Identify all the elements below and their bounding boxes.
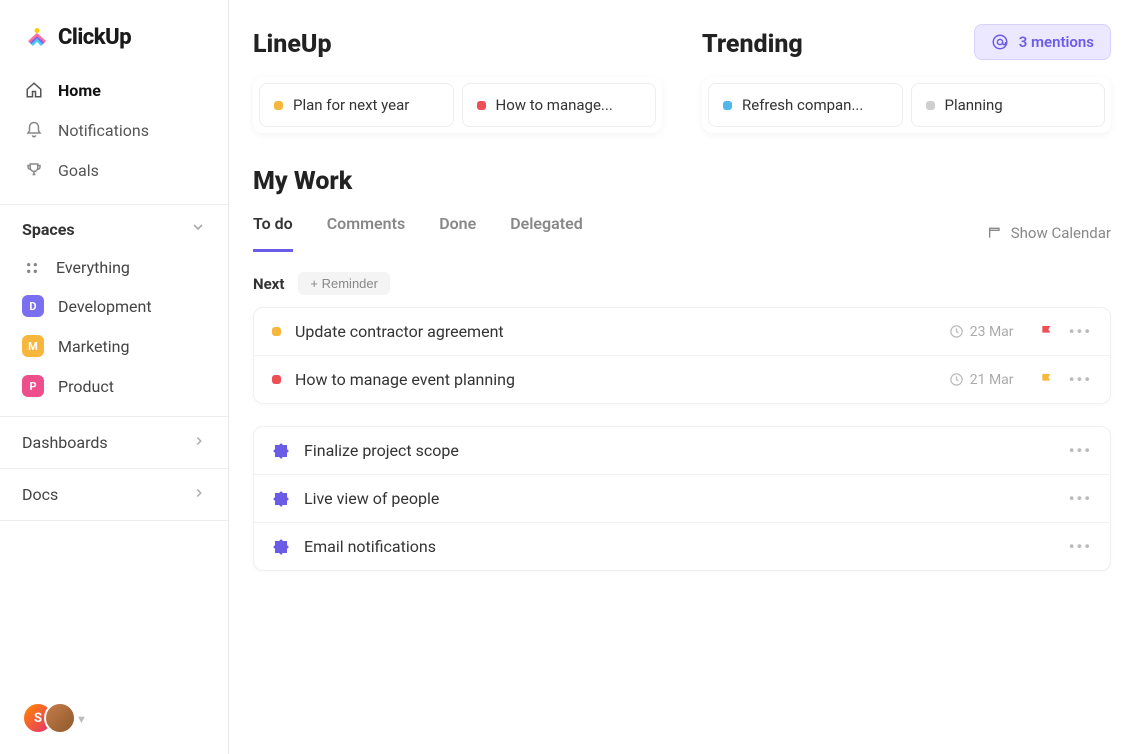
card-label: Plan for next year [293, 96, 409, 114]
tab-delegated[interactable]: Delegated [510, 214, 582, 252]
trending-card[interactable]: Planning [911, 83, 1106, 127]
clickup-logo-icon [24, 24, 50, 50]
lineup-card[interactable]: How to manage... [462, 83, 657, 127]
space-marketing[interactable]: M Marketing [0, 326, 228, 366]
clock-icon [949, 372, 964, 387]
trending-card[interactable]: Refresh compan... [708, 83, 903, 127]
status-dot [272, 327, 281, 336]
dashboards-section[interactable]: Dashboards [0, 416, 228, 468]
trophy-icon [24, 160, 44, 180]
status-dot [274, 101, 283, 110]
mentions-text: 3 mentions [1019, 33, 1094, 51]
docs-section[interactable]: Docs [0, 468, 228, 521]
puzzle-icon [272, 538, 290, 556]
chevron-down-icon [190, 219, 206, 239]
status-dot [926, 101, 935, 110]
task-title: Finalize project scope [304, 441, 1055, 460]
task-title: Live view of people [304, 489, 1055, 508]
flag-icon[interactable] [1039, 324, 1055, 340]
card-label: How to manage... [496, 96, 613, 114]
grid-icon [22, 260, 42, 276]
dashboards-label: Dashboards [22, 433, 108, 452]
space-badge: M [22, 335, 44, 357]
space-product[interactable]: P Product [0, 366, 228, 406]
status-dot [723, 101, 732, 110]
caret-down-icon: ▼ [76, 713, 87, 726]
spaces-label: Spaces [22, 220, 75, 239]
next-label: Next [253, 275, 284, 293]
tab-done[interactable]: Done [439, 214, 476, 252]
mywork-title: My Work [253, 167, 1111, 196]
more-icon[interactable]: ••• [1069, 537, 1092, 556]
more-icon[interactable]: ••• [1069, 370, 1092, 389]
nav-home[interactable]: Home [12, 70, 216, 110]
home-icon [24, 80, 44, 100]
space-badge: P [22, 375, 44, 397]
space-development[interactable]: D Development [0, 286, 228, 326]
bell-icon [24, 120, 44, 140]
task-row[interactable]: Live view of people ••• [254, 475, 1110, 523]
space-label: Everything [56, 258, 130, 277]
task-date: 21 Mar [949, 372, 1025, 388]
lineup-title: LineUp [253, 30, 662, 59]
mentions-badge[interactable]: 3 mentions [974, 24, 1111, 60]
task-title: How to manage event planning [295, 370, 935, 389]
space-label: Marketing [58, 337, 129, 356]
tab-comments[interactable]: Comments [327, 214, 405, 252]
nav-notifications[interactable]: Notifications [12, 110, 216, 150]
status-dot [477, 101, 486, 110]
brand-logo[interactable]: ClickUp [0, 0, 228, 70]
nav-label: Goals [58, 161, 99, 180]
calendar-icon [987, 225, 1003, 241]
chevron-right-icon [192, 485, 206, 504]
show-calendar-button[interactable]: Show Calendar [987, 224, 1111, 242]
nav-label: Notifications [58, 121, 149, 140]
at-icon [991, 33, 1009, 51]
status-dot [272, 375, 281, 384]
brand-name: ClickUp [58, 25, 131, 50]
puzzle-icon [272, 442, 290, 460]
card-label: Planning [945, 96, 1003, 114]
task-row[interactable]: Update contractor agreement 23 Mar ••• [254, 308, 1110, 356]
space-badge: D [22, 295, 44, 317]
clock-icon [949, 324, 964, 339]
lineup-container: Plan for next year How to manage... [253, 77, 662, 133]
task-title: Email notifications [304, 537, 1055, 556]
more-icon[interactable]: ••• [1069, 441, 1092, 460]
task-row[interactable]: Finalize project scope ••• [254, 427, 1110, 475]
trending-container: Refresh compan... Planning [702, 77, 1111, 133]
task-row[interactable]: How to manage event planning 21 Mar ••• [254, 356, 1110, 403]
task-row[interactable]: Email notifications ••• [254, 523, 1110, 570]
add-reminder-button[interactable]: + Reminder [298, 272, 390, 295]
more-icon[interactable]: ••• [1069, 489, 1092, 508]
user-avatar-menu[interactable]: S ▼ [22, 702, 87, 736]
task-date: 23 Mar [949, 324, 1025, 340]
nav-goals[interactable]: Goals [12, 150, 216, 190]
show-calendar-label: Show Calendar [1011, 224, 1111, 242]
space-everything[interactable]: Everything [0, 249, 228, 286]
space-label: Development [58, 297, 152, 316]
task-group-dated: Update contractor agreement 23 Mar ••• H… [253, 307, 1111, 404]
space-label: Product [58, 377, 114, 396]
puzzle-icon [272, 490, 290, 508]
flag-icon[interactable] [1039, 372, 1055, 388]
spaces-header[interactable]: Spaces [0, 204, 228, 249]
nav-label: Home [58, 81, 101, 100]
more-icon[interactable]: ••• [1069, 322, 1092, 341]
task-group-features: Finalize project scope ••• Live view of … [253, 426, 1111, 571]
lineup-card[interactable]: Plan for next year [259, 83, 454, 127]
task-title: Update contractor agreement [295, 322, 935, 341]
docs-label: Docs [22, 485, 58, 504]
avatar-photo [44, 702, 76, 734]
chevron-right-icon [192, 433, 206, 452]
card-label: Refresh compan... [742, 96, 863, 114]
tab-todo[interactable]: To do [253, 214, 293, 252]
